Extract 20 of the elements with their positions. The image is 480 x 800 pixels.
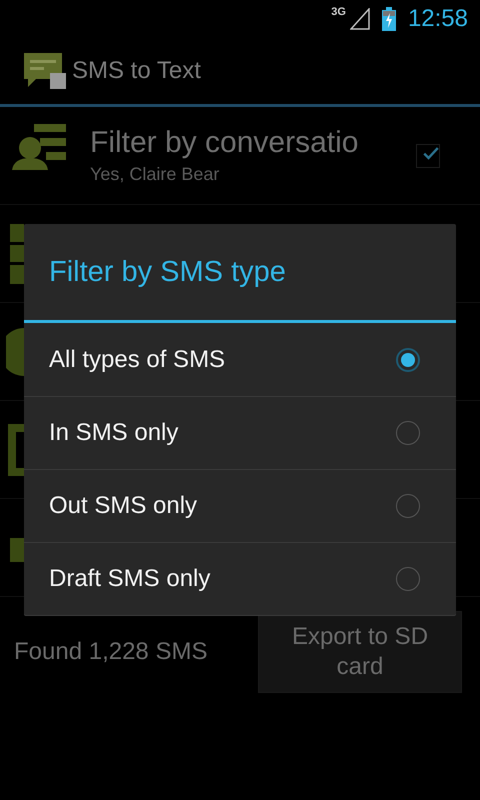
- preference-row[interactable]: Filter by conversatio Yes, Claire Bear: [0, 107, 480, 205]
- sms-count: Found 1,228 SMS: [14, 638, 208, 666]
- radio-button[interactable]: [396, 348, 420, 372]
- signal-icon: [350, 8, 370, 30]
- clock-time: 12:58: [408, 5, 468, 33]
- app-title: SMS to Text: [72, 57, 201, 85]
- app-logo-icon: [22, 51, 66, 91]
- checkbox[interactable]: [416, 144, 440, 168]
- option-label[interactable]: All types of SMS: [49, 346, 226, 374]
- battery-icon: [382, 7, 396, 31]
- dialog-title: Filter by SMS type: [24, 224, 456, 323]
- network-type: 3G: [331, 6, 346, 18]
- radio-button[interactable]: [396, 421, 420, 445]
- radio-button[interactable]: [396, 494, 420, 518]
- option-label[interactable]: In SMS only: [49, 419, 178, 447]
- option-label[interactable]: Out SMS only: [49, 492, 198, 520]
- option-label[interactable]: Draft SMS only: [49, 565, 210, 593]
- radio-button[interactable]: [396, 567, 420, 591]
- preference-summary: Yes, Claire Bear: [90, 164, 220, 185]
- preference-title: Filter by conversatio: [90, 126, 360, 160]
